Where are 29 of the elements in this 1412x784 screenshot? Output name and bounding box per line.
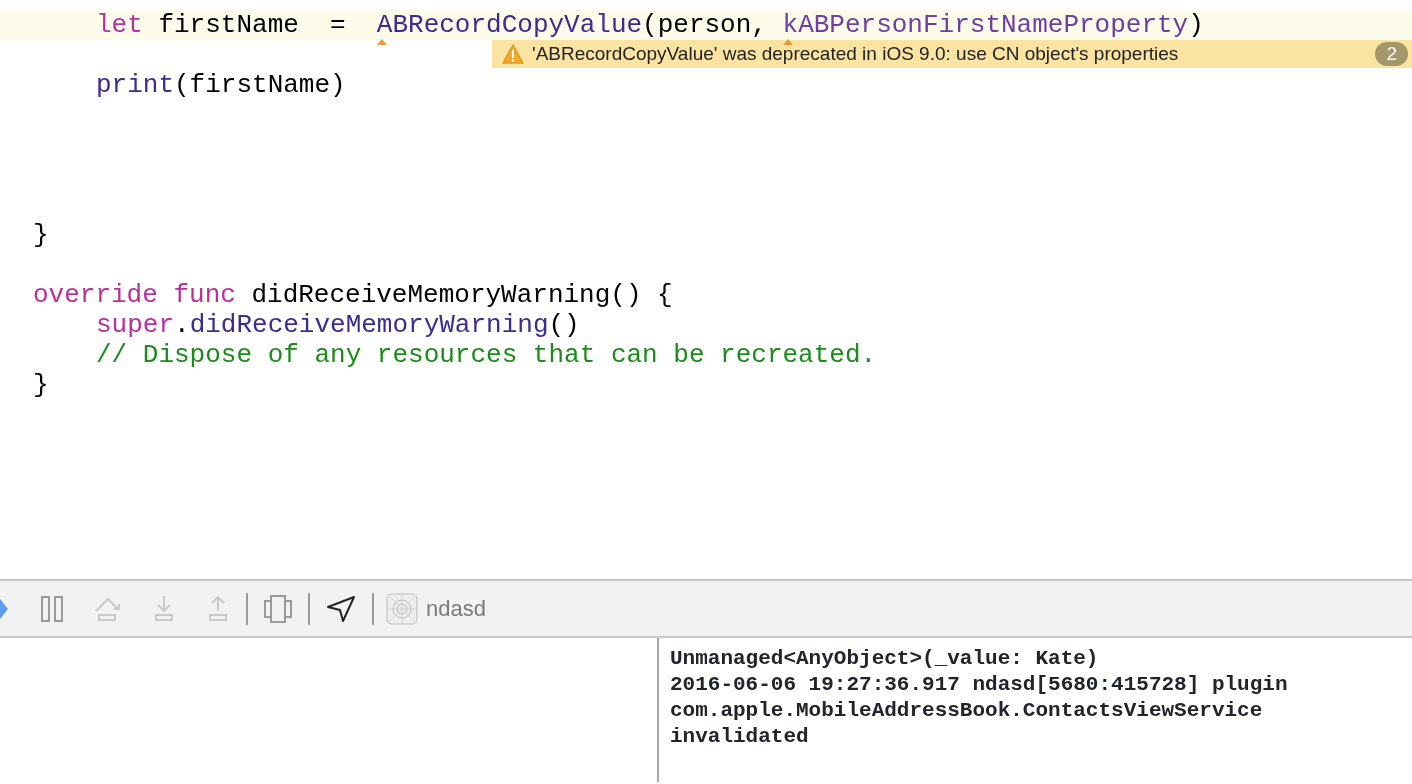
code-text: firstName =: [157, 10, 347, 40]
console-output-line: 2016-06-06 19:27:36.917 ndasd[5680:415728] plugin: [670, 672, 1289, 698]
warning-message: 'ABRecordCopyValue' was deprecated in iOS 9.0: use CN object's properties: [532, 41, 1180, 66]
pause-button[interactable]: [40, 594, 64, 623]
warning-icon: [502, 44, 524, 64]
function-name: print: [96, 70, 174, 100]
code-text: (): [548, 310, 580, 340]
code-text: }: [33, 370, 49, 400]
code-text: }: [33, 220, 49, 250]
app-icon[interactable]: [386, 592, 418, 625]
keyword: let: [96, 10, 143, 40]
keyword: super: [96, 310, 174, 340]
code-text: .: [174, 310, 190, 340]
keyword: func: [172, 280, 236, 310]
function-name: ABRecordCopyValue: [376, 10, 643, 40]
keyword: override: [33, 280, 158, 310]
code-comment: // Dispose of any resources that can be recreated.: [96, 340, 877, 370]
function-name: didReceiveMemoryWarning: [189, 310, 549, 340]
console-output-line: Unmanaged<AnyObject>(_value: Kate): [670, 646, 1100, 672]
console-output-line: invalidated: [670, 724, 810, 750]
app-name: ndasd: [426, 595, 486, 623]
warning-count: 2: [1375, 42, 1408, 66]
location-arrow-button[interactable]: [326, 594, 356, 623]
view-hierarchy-button[interactable]: [264, 594, 292, 623]
code-text: (person,: [642, 10, 768, 40]
console-output-line: com.apple.MobileAddressBook.ContactsViewService: [670, 698, 1264, 724]
code-text: didReceiveMemoryWarning() {: [250, 280, 673, 310]
code-text: ): [1188, 10, 1204, 40]
code-text: (firstName): [174, 70, 346, 100]
